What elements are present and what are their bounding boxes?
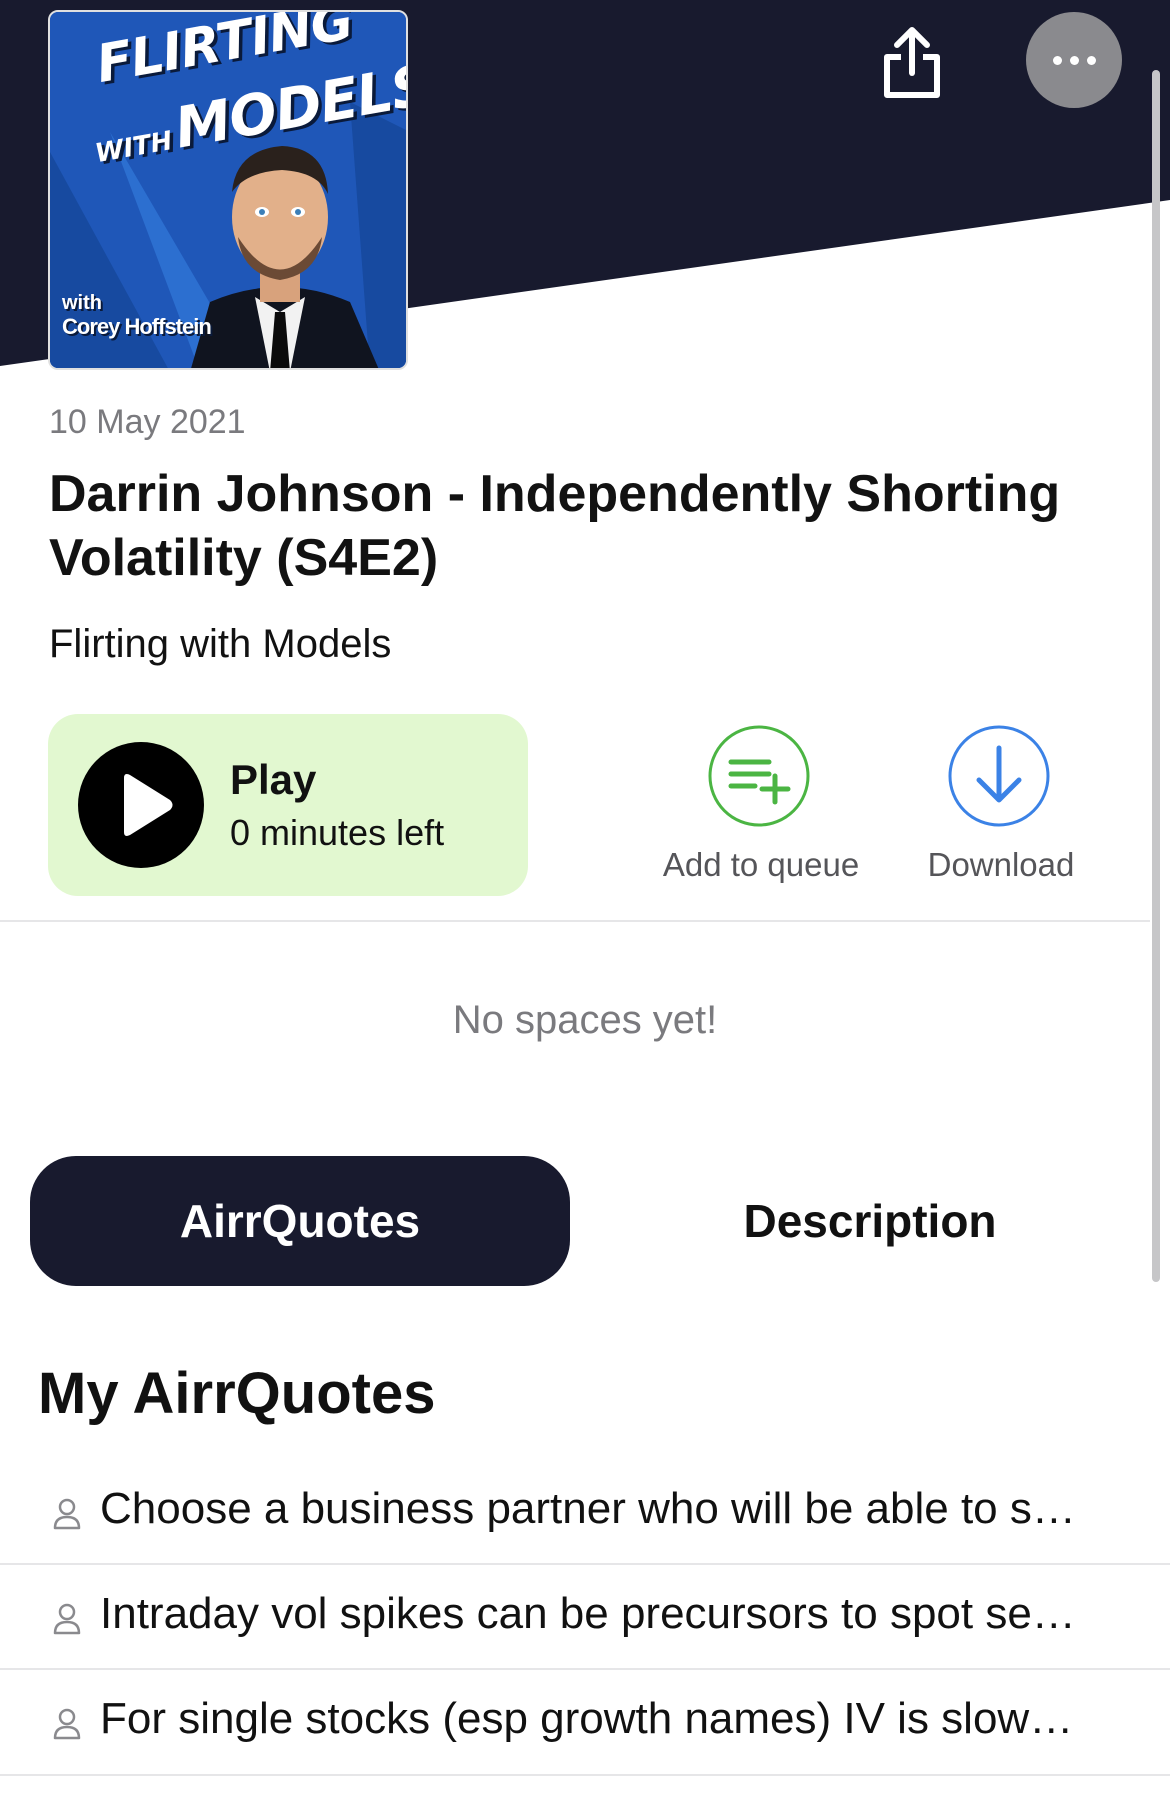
airrquote-text: Intraday vol spikes can be precursors to… bbox=[100, 1589, 1076, 1638]
episode-date: 10 May 2021 bbox=[49, 403, 246, 441]
play-icon bbox=[78, 742, 204, 868]
share-icon bbox=[884, 27, 940, 98]
no-spaces-message: No spaces yet! bbox=[452, 998, 718, 1042]
add-to-queue-button[interactable]: Add to queue bbox=[651, 724, 871, 894]
episode-screen: FLIRTING WITH MODELS with Corey Hoffstei… bbox=[0, 0, 1170, 1794]
artwork-host-name: Corey Hoffstein bbox=[62, 314, 212, 339]
show-name-link[interactable]: Flirting with Models bbox=[49, 622, 391, 667]
play-button[interactable]: Play 0 minutes left bbox=[48, 714, 528, 896]
list-divider bbox=[0, 1774, 1170, 1776]
person-icon bbox=[53, 1498, 81, 1530]
podcast-artwork: FLIRTING WITH MODELS with Corey Hoffstei… bbox=[48, 10, 408, 370]
airrquote-text: Choose a business partner who will be ab… bbox=[100, 1484, 1076, 1533]
tab-description[interactable]: Description bbox=[600, 1156, 1140, 1286]
play-label: Play bbox=[230, 756, 317, 803]
add-to-queue-icon bbox=[708, 725, 810, 827]
airrquote-item[interactable]: For single stocks (esp growth names) IV … bbox=[0, 1670, 1170, 1774]
airrquote-text: For single stocks (esp growth names) IV … bbox=[100, 1694, 1074, 1743]
add-to-queue-label: Add to queue bbox=[662, 846, 860, 883]
more-options-button[interactable] bbox=[1026, 12, 1122, 108]
artwork-title-with: WITH bbox=[92, 126, 175, 170]
time-remaining: 0 minutes left bbox=[230, 812, 445, 853]
airrquote-item[interactable]: Choose a business partner who will be ab… bbox=[0, 1460, 1170, 1564]
airrquotes-section-title: My AirrQuotes bbox=[38, 1361, 436, 1426]
person-icon bbox=[53, 1603, 81, 1635]
share-button[interactable] bbox=[868, 18, 956, 106]
person-icon bbox=[53, 1708, 81, 1740]
section-divider bbox=[0, 920, 1150, 922]
airrquote-item[interactable]: Intraday vol spikes can be precursors to… bbox=[0, 1565, 1170, 1669]
artwork-with-label: with bbox=[62, 292, 102, 314]
scrollbar[interactable] bbox=[1152, 70, 1160, 1282]
ellipsis-icon bbox=[1052, 55, 1096, 65]
episode-title: Darrin Johnson - Independently Shorting … bbox=[49, 465, 1061, 587]
download-button[interactable]: Download bbox=[891, 724, 1111, 894]
download-icon bbox=[948, 725, 1050, 827]
tab-airrquotes[interactable]: AirrQuotes bbox=[30, 1156, 570, 1286]
download-label: Download bbox=[927, 846, 1075, 883]
